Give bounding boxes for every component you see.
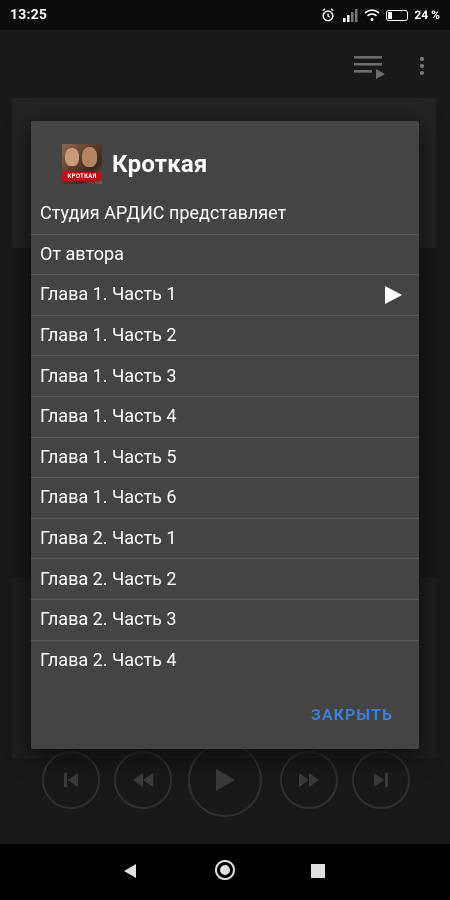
- chapter-item[interactable]: Глава 2. Часть 2: [31, 559, 419, 600]
- skip-previous-icon: [64, 773, 78, 787]
- chapter-label: Глава 2. Часть 2: [40, 568, 177, 590]
- more-options-icon[interactable]: [418, 55, 426, 77]
- now-playing-icon: [385, 285, 402, 304]
- play-pause-button[interactable]: [188, 743, 262, 817]
- chapter-item[interactable]: Глава 2. Часть 1: [31, 519, 419, 560]
- chapter-label: Глава 2. Часть 1: [40, 528, 177, 550]
- alarm-icon: [322, 8, 335, 22]
- status-icons: 24 %: [320, 8, 440, 22]
- player-controls: [0, 743, 450, 817]
- previous-track-button[interactable]: [42, 751, 100, 809]
- chapter-label: Глава 2. Часть 4: [40, 650, 177, 672]
- chapter-list: Студия АРДИС представляет От автора Глава …: [31, 194, 419, 681]
- fast-forward-button[interactable]: [280, 751, 338, 809]
- status-time: 13:25: [10, 7, 48, 23]
- chapter-item[interactable]: Глава 1. Часть 4: [31, 397, 419, 438]
- chapter-item[interactable]: Глава 2. Часть 3: [31, 600, 419, 641]
- skip-next-icon: [374, 773, 388, 787]
- chapter-label: Глава 2. Часть 3: [40, 609, 177, 631]
- chapter-label: Глава 1. Часть 2: [40, 325, 177, 347]
- chapter-item[interactable]: Глава 1. Часть 3: [31, 356, 419, 397]
- chapter-label: Глава 1. Часть 1: [40, 284, 177, 306]
- play-icon: [216, 769, 235, 791]
- next-track-button[interactable]: [352, 751, 410, 809]
- recent-apps-icon[interactable]: [311, 864, 325, 878]
- chapter-item[interactable]: Глава 1. Часть 6: [31, 478, 419, 519]
- status-bar: 13:25 24 %: [0, 0, 450, 30]
- wifi-icon: [364, 9, 381, 21]
- chapter-label: Глава 1. Часть 5: [40, 446, 177, 468]
- fast-forward-icon: [299, 773, 319, 787]
- battery-percent: 24 %: [414, 8, 440, 22]
- home-icon[interactable]: [215, 860, 235, 880]
- book-cover-image: КРОТКАЯ: [62, 144, 102, 184]
- rewind-button[interactable]: [114, 751, 172, 809]
- close-button[interactable]: ЗАКРЫТЬ: [311, 705, 393, 724]
- dialog-title: Кроткая: [112, 150, 208, 178]
- chapter-item[interactable]: Глава 2. Часть 4: [31, 641, 419, 682]
- back-icon[interactable]: [123, 863, 137, 879]
- chapter-item[interactable]: Глава 1. Часть 2: [31, 316, 419, 357]
- battery-icon: [386, 9, 409, 21]
- chapter-item[interactable]: Глава 1. Часть 1: [31, 275, 419, 316]
- chapter-item[interactable]: Студия АРДИС представляет: [31, 194, 419, 235]
- chapter-list-dialog: КРОТКАЯ Кроткая Студия АРДИС представляе…: [31, 121, 419, 749]
- book-cover-title: КРОТКАЯ: [62, 172, 102, 181]
- chapter-label: Глава 1. Часть 3: [40, 365, 177, 387]
- signal-icon: [343, 9, 358, 22]
- chapter-item[interactable]: От автора: [31, 235, 419, 276]
- playlist-icon[interactable]: [354, 54, 386, 80]
- rewind-icon: [133, 773, 153, 787]
- chapter-label: Глава 1. Часть 4: [40, 406, 177, 428]
- chapter-label: Студия АРДИС представляет: [40, 203, 287, 225]
- chapter-label: От автора: [40, 243, 124, 265]
- chapter-item[interactable]: Глава 1. Часть 5: [31, 438, 419, 479]
- chapter-label: Глава 1. Часть 6: [40, 487, 177, 509]
